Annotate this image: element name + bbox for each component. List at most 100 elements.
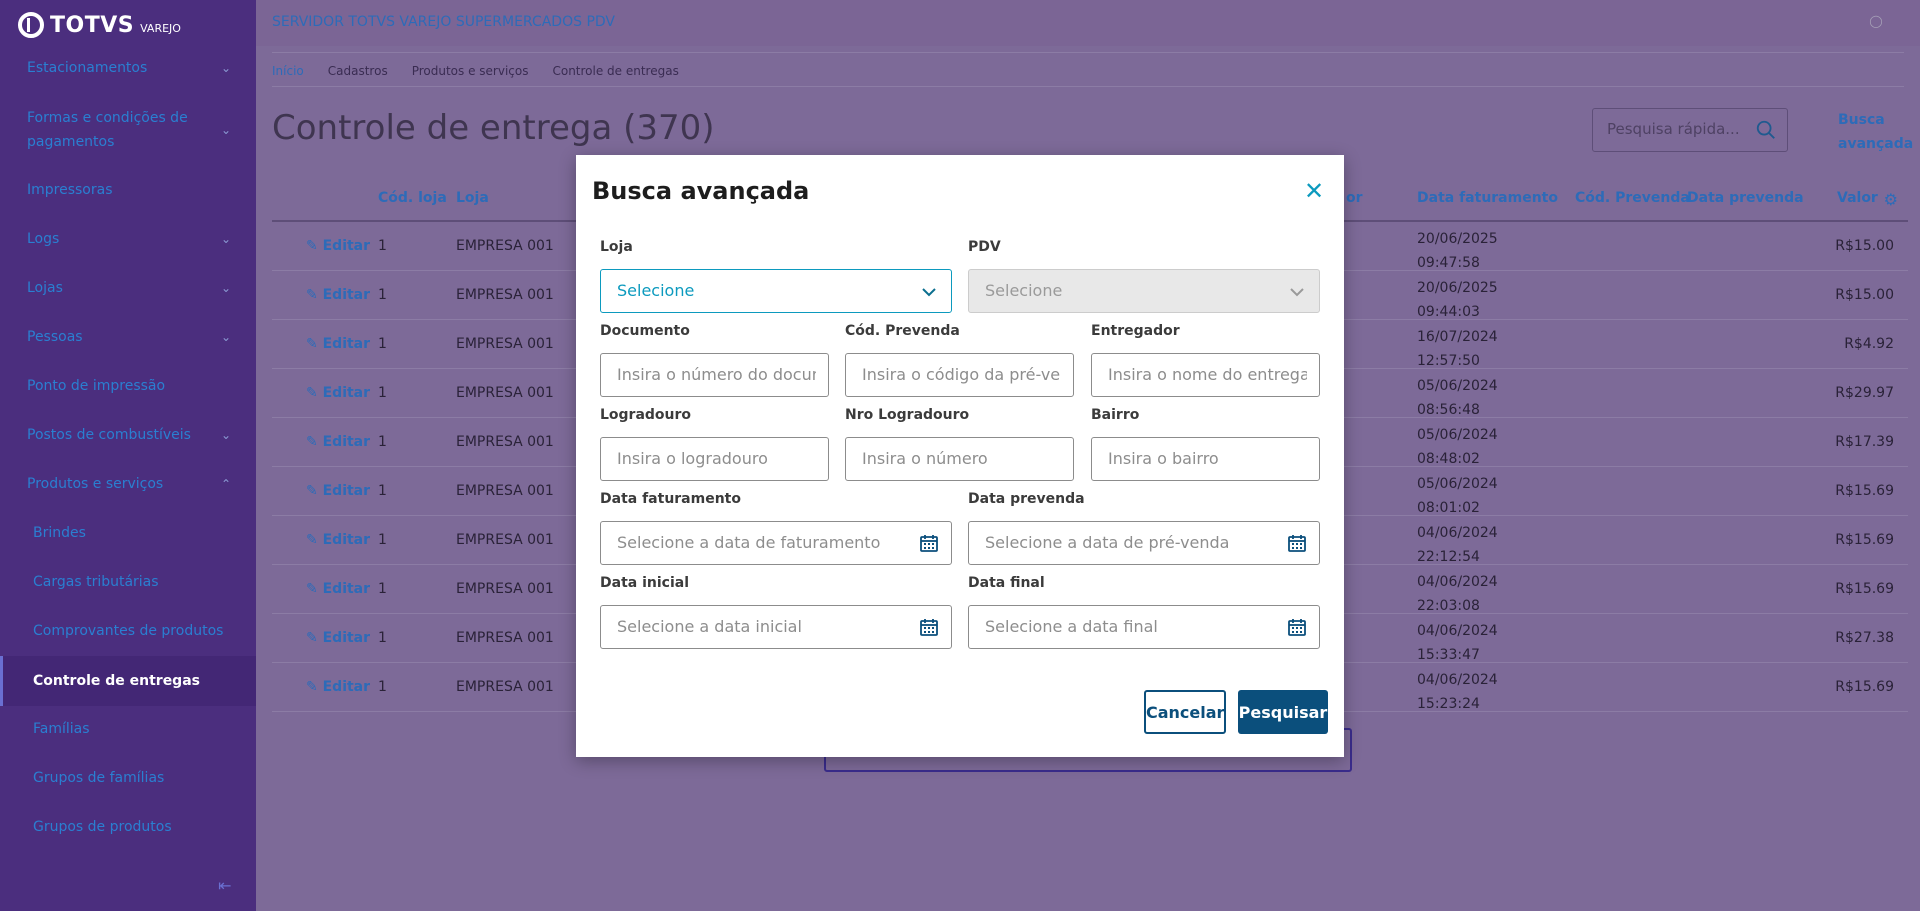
breadcrumb-home[interactable]: Início xyxy=(272,64,304,78)
logradouro-field[interactable] xyxy=(600,437,829,481)
close-icon[interactable]: ✕ xyxy=(1302,179,1326,203)
data-final-field[interactable] xyxy=(968,605,1320,649)
edit-link[interactable]: ✎ Editar xyxy=(306,336,370,352)
edit-link[interactable]: ✎ Editar xyxy=(306,630,370,646)
edit-link[interactable]: ✎ Editar xyxy=(306,483,370,499)
cell-data-faturamento: 05/06/2024 08:56:48 xyxy=(1417,374,1498,422)
bairro-field[interactable] xyxy=(1091,437,1320,481)
edit-link[interactable]: ✎ Editar xyxy=(306,581,370,597)
chevron-down-icon: ⌄ xyxy=(220,123,232,137)
collapse-menu-icon[interactable]: ⇤ xyxy=(218,876,238,895)
sidebar-item-grupos-produtos[interactable]: Grupos de produtos xyxy=(0,815,256,839)
nro-logradouro-input[interactable] xyxy=(862,449,1061,468)
cell-data-faturamento: 04/06/2024 15:23:24 xyxy=(1417,668,1498,716)
cell-loja: EMPRESA 001 xyxy=(456,581,554,597)
entregador-input[interactable] xyxy=(1108,365,1307,384)
edit-link[interactable]: ✎ Editar xyxy=(306,532,370,548)
sidebar: TOTVS VAREJO Estacionamentos ⌄ Formas e … xyxy=(0,0,256,911)
cod-prevenda-input[interactable] xyxy=(862,365,1061,384)
col-valor[interactable]: Valor xyxy=(1837,190,1878,206)
sidebar-item-postos-combustiveis[interactable]: Postos de combustíveis ⌄ xyxy=(0,423,256,447)
cell-date: 20/06/2025 xyxy=(1417,231,1498,247)
cell-date: 05/06/2024 xyxy=(1417,427,1498,443)
data-final-label: Data final xyxy=(968,575,1045,591)
modal-title: Busca avançada xyxy=(592,177,810,205)
data-faturamento-field[interactable] xyxy=(600,521,952,565)
data-final-input[interactable] xyxy=(985,617,1307,636)
breadcrumb-item[interactable]: Produtos e serviços xyxy=(412,64,529,78)
loja-select[interactable]: Selecione xyxy=(600,269,952,313)
cell-cod-loja: 1 xyxy=(378,630,387,646)
cancel-button[interactable]: Cancelar xyxy=(1144,690,1226,734)
col-data-prevenda[interactable]: Data prevenda xyxy=(1687,190,1804,206)
sidebar-item-label: Logs xyxy=(27,231,60,247)
cell-date: 05/06/2024 xyxy=(1417,476,1498,492)
gear-icon[interactable]: ⚙ xyxy=(1884,190,1898,209)
breadcrumb-current: Controle de entregas xyxy=(552,64,679,78)
sidebar-item-impressoras[interactable]: Impressoras xyxy=(0,178,256,202)
nro-logradouro-field[interactable] xyxy=(845,437,1074,481)
sidebar-item-label: Ponto de impressão xyxy=(27,378,166,394)
col-cod-prevenda[interactable]: Cód. Prevenda xyxy=(1575,190,1690,206)
data-inicial-field[interactable] xyxy=(600,605,952,649)
documento-field[interactable] xyxy=(600,353,829,397)
edit-link[interactable]: ✎ Editar xyxy=(306,434,370,450)
entregador-field[interactable] xyxy=(1091,353,1320,397)
cell-loja: EMPRESA 001 xyxy=(456,385,554,401)
sidebar-item-ponto-impressao[interactable]: Ponto de impressão xyxy=(0,374,256,398)
cell-date: 05/06/2024 xyxy=(1417,378,1498,394)
pdv-select[interactable]: Selecione xyxy=(968,269,1320,313)
col-data-faturamento[interactable]: Data faturamento xyxy=(1417,190,1558,206)
cod-prevenda-field[interactable] xyxy=(845,353,1074,397)
sidebar-item-label: Grupos de famílias xyxy=(33,770,165,786)
chevron-down-icon: ⌄ xyxy=(220,281,232,295)
calendar-icon[interactable] xyxy=(1287,617,1307,637)
data-prevenda-input[interactable] xyxy=(985,533,1307,552)
edit-link[interactable]: ✎ Editar xyxy=(306,238,370,254)
cell-valor: R$15.00 xyxy=(1835,238,1894,254)
sidebar-item-lojas[interactable]: Lojas ⌄ xyxy=(0,276,256,300)
sidebar-item-label: Comprovantes de produtos xyxy=(33,623,224,639)
search-icon[interactable] xyxy=(1755,119,1777,141)
col-loja[interactable]: Loja xyxy=(456,190,489,206)
breadcrumb-item[interactable]: Cadastros xyxy=(328,64,388,78)
search-button[interactable]: Pesquisar xyxy=(1238,690,1328,734)
sidebar-item-cargas-tributarias[interactable]: Cargas tributárias xyxy=(0,570,256,594)
sidebar-item-label: Cargas tributárias xyxy=(33,574,159,590)
data-faturamento-input[interactable] xyxy=(617,533,939,552)
sidebar-item-logs[interactable]: Logs ⌄ xyxy=(0,227,256,251)
edit-link[interactable]: ✎ Editar xyxy=(306,385,370,401)
sidebar-item-produtos-servicos[interactable]: Produtos e serviços ⌃ xyxy=(0,472,256,496)
quick-search-input[interactable] xyxy=(1607,120,1747,138)
calendar-icon[interactable] xyxy=(919,533,939,553)
sidebar-item-label: Formas e condições de pagamentos xyxy=(27,110,188,150)
data-inicial-input[interactable] xyxy=(617,617,939,636)
documento-input[interactable] xyxy=(617,365,816,384)
sidebar-item-grupos-familias[interactable]: Grupos de famílias xyxy=(0,766,256,790)
sidebar-item-estacionamentos[interactable]: Estacionamentos ⌄ xyxy=(0,56,256,80)
sidebar-item-brindes[interactable]: Brindes xyxy=(0,521,256,545)
col-cod-loja[interactable]: Cód. loja xyxy=(378,190,447,206)
documento-label: Documento xyxy=(600,323,690,339)
cell-cod-loja: 1 xyxy=(378,238,387,254)
sidebar-item-formas-pagamento[interactable]: Formas e condições de pagamentos ⌄ xyxy=(0,106,256,154)
calendar-icon[interactable] xyxy=(919,617,939,637)
bairro-input[interactable] xyxy=(1108,449,1307,468)
totvs-logo: TOTVS VAREJO xyxy=(18,10,181,40)
edit-link[interactable]: ✎ Editar xyxy=(306,679,370,695)
sidebar-item-controle-entregas[interactable]: Controle de entregas xyxy=(0,656,256,706)
data-inicial-label: Data inicial xyxy=(600,575,689,591)
col-vendedor-partial[interactable]: or xyxy=(1346,190,1363,206)
sidebar-item-pessoas[interactable]: Pessoas ⌄ xyxy=(0,325,256,349)
sidebar-item-familias[interactable]: Famílias xyxy=(0,717,256,741)
edit-link[interactable]: ✎ Editar xyxy=(306,287,370,303)
logradouro-input[interactable] xyxy=(617,449,816,468)
data-prevenda-field[interactable] xyxy=(968,521,1320,565)
calendar-icon[interactable] xyxy=(1287,533,1307,553)
user-icon[interactable]: ◯ xyxy=(1868,14,1884,30)
sidebar-item-comprovantes-produtos[interactable]: Comprovantes de produtos xyxy=(0,619,256,643)
chevron-up-icon: ⌃ xyxy=(220,477,232,491)
cell-cod-loja: 1 xyxy=(378,385,387,401)
quick-search[interactable] xyxy=(1592,108,1788,152)
advanced-search-link[interactable]: Busca avançada xyxy=(1838,108,1913,156)
